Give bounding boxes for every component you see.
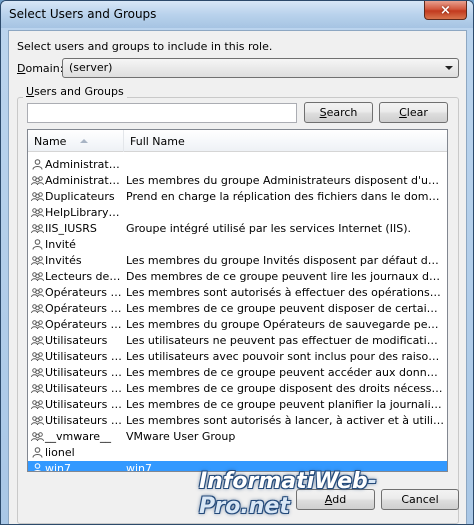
- list-item[interactable]: IIS_IUSRS Groupe intégré utilisé par les …: [28, 221, 447, 237]
- row-full-name: Des membres de ce groupe peuvent lire le…: [126, 270, 444, 283]
- row-name: Opérateurs d...: [45, 318, 125, 331]
- sort-ascending-icon: [80, 139, 88, 143]
- list-item[interactable]: lionel: [28, 445, 447, 461]
- clear-button[interactable]: Clear: [379, 102, 448, 123]
- row-full-name: Groupe intégré utilisé par les services …: [126, 222, 411, 235]
- list-item[interactable]: Utilisateurs d... Les membres de ce group…: [28, 381, 447, 397]
- close-button[interactable]: ×: [424, 1, 467, 20]
- list-item[interactable]: Utilisateurs d... Les membres de ce group…: [28, 365, 447, 381]
- row-full-name: Les membres sont autorisés à effectuer d…: [126, 286, 444, 299]
- row-name: Invités: [45, 254, 82, 267]
- list-item[interactable]: Utilisateurs d... Les membres sont autori…: [28, 413, 447, 429]
- domain-value: (server): [69, 61, 113, 74]
- row-name: Utilisateurs d...: [45, 350, 125, 363]
- row-full-name: Les utilisateurs ne peuvent pas effectue…: [126, 334, 444, 347]
- row-name: Opérateurs d...: [45, 286, 125, 299]
- row-name: Administrateur: [45, 158, 125, 171]
- row-full-name: Les utilisateurs avec pouvoir sont inclu…: [126, 350, 444, 363]
- title-bar[interactable]: Select Users and Groups ×: [1, 1, 473, 28]
- chevron-down-icon: [445, 66, 453, 70]
- list-item[interactable]: Administrateur: [28, 157, 447, 173]
- row-full-name: Les membres de ce groupe peuvent accéder…: [126, 366, 444, 379]
- list-item[interactable]: HelpLibraryU...: [28, 205, 447, 221]
- watermark-logo: InformatiWeb-Pro.net: [199, 469, 377, 519]
- list-rows: Administrateur Administrateurs Les membres…: [28, 157, 447, 472]
- row-name: lionel: [45, 446, 75, 459]
- instruction-text: Select users and groups to include in th…: [17, 40, 273, 53]
- list-item[interactable]: Duplicateurs Prend en charge la réplicati…: [28, 189, 447, 205]
- row-name: Lecteurs des ...: [45, 270, 125, 283]
- list-item[interactable]: Opérateurs d... Les membres sont autorisé…: [28, 285, 447, 301]
- row-full-name: Les membres du groupe Administrateurs di…: [126, 174, 444, 187]
- row-name: Utilisateurs d...: [45, 414, 125, 427]
- list-item[interactable]: Utilisateurs d... Les membres de ce group…: [28, 397, 447, 413]
- users-groups-list[interactable]: Name Full Name Administrateur Administrat…: [27, 129, 448, 472]
- row-full-name: Les membres du groupe Opérateurs de sauv…: [126, 318, 444, 331]
- list-item[interactable]: Utilisateurs Les utilisateurs ne peuvent …: [28, 333, 447, 349]
- row-full-name: Les membres du groupe Invités disposent …: [126, 254, 444, 267]
- list-item[interactable]: __vmware__ VMware User Group: [28, 429, 447, 445]
- row-name: Utilisateurs: [45, 334, 108, 347]
- list-item[interactable]: Administrateurs Les membres du groupe Adm…: [28, 173, 447, 189]
- row-name: Utilisateurs d...: [45, 382, 125, 395]
- list-header: Name Full Name: [28, 130, 447, 152]
- row-full-name: Les membres de ce groupe peuvent dispose…: [126, 302, 444, 315]
- column-header-full-name[interactable]: Full Name: [124, 130, 447, 152]
- close-icon: ×: [440, 2, 451, 18]
- search-button[interactable]: Search: [304, 102, 373, 123]
- list-item[interactable]: Utilisateurs d... Les utilisateurs avec p…: [28, 349, 447, 365]
- row-name: HelpLibraryU...: [45, 206, 125, 219]
- list-item[interactable]: Opérateurs d... Les membres du groupe Opé…: [28, 317, 447, 333]
- row-full-name: Les membres de ce groupe disposent des d…: [126, 382, 444, 395]
- column-header-name[interactable]: Name: [28, 130, 124, 152]
- row-name: Opérateurs d...: [45, 302, 125, 315]
- row-full-name: Les membres de ce groupe peuvent planifi…: [126, 398, 444, 411]
- row-full-name: Prend en charge la réplication des fichi…: [126, 190, 444, 203]
- dialog-window: Select Users and Groups × Select users a…: [0, 0, 474, 525]
- row-name: Invité: [45, 238, 76, 251]
- row-full-name: Les membres sont autorisés à lancer, à a…: [126, 414, 444, 427]
- dialog-client-area: Select users and groups to include in th…: [8, 30, 467, 524]
- list-item[interactable]: Opérateurs d... Les membres de ce groupe …: [28, 301, 447, 317]
- row-name: Utilisateurs d...: [45, 398, 125, 411]
- row-name: Duplicateurs: [45, 190, 115, 203]
- row-name: __vmware__: [45, 430, 112, 443]
- users-groups-title: Users and Groups: [23, 85, 127, 98]
- list-item[interactable]: Invité: [28, 237, 447, 253]
- list-item[interactable]: Invités Les membres du groupe Invités dis…: [28, 253, 447, 269]
- domain-dropdown[interactable]: (server): [62, 58, 459, 78]
- row-name: Utilisateurs d...: [45, 366, 125, 379]
- row-name: win7: [45, 462, 72, 472]
- row-name: IIS_IUSRS: [45, 222, 97, 235]
- list-item[interactable]: Lecteurs des ... Des membres de ce groupe…: [28, 269, 447, 285]
- window-title: Select Users and Groups: [9, 7, 157, 21]
- search-input[interactable]: [27, 103, 297, 123]
- row-full-name: VMware User Group: [126, 430, 236, 443]
- row-name: Administrateurs: [45, 174, 125, 187]
- domain-label: Domain:: [17, 62, 64, 75]
